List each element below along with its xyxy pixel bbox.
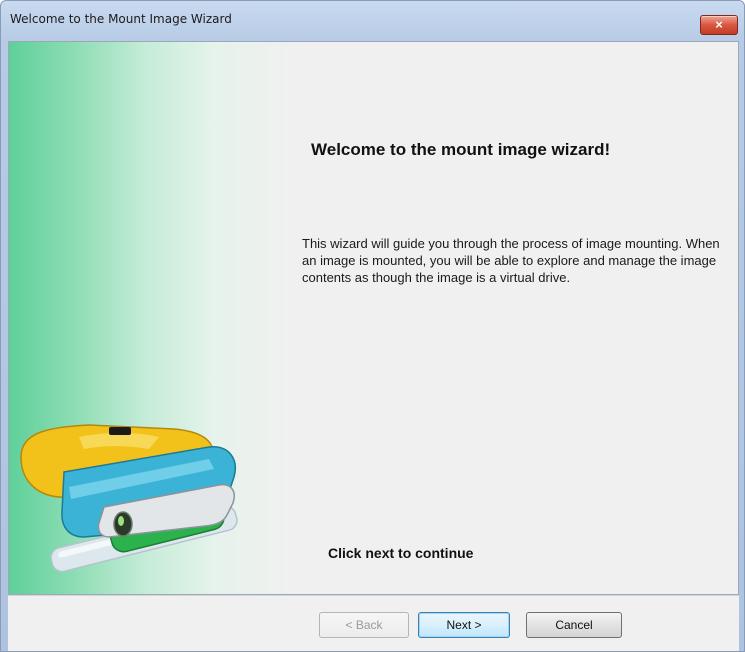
back-button[interactable]: < Back [319,612,409,638]
page-title: Welcome to the mount image wizard! [311,140,611,159]
drive-body [20,424,236,538]
description-text: This wizard will guide you through the p… [302,236,720,285]
continue-instruction: Click next to continue [328,545,474,561]
usb-drive-icon [20,424,238,573]
title-bar[interactable]: Welcome to the Mount Image Wizard × [1,1,744,39]
wizard-window: Welcome to the Mount Image Wizard × Welc… [0,0,745,652]
cancel-button[interactable]: Cancel [526,612,622,638]
window-title: Welcome to the Mount Image Wizard [10,12,232,26]
next-button[interactable]: Next > [418,612,510,638]
button-bar: < Back Next > Cancel [8,595,739,651]
close-button[interactable]: × [700,15,738,35]
wizard-content: Welcome to the mount image wizard! This … [8,41,739,595]
close-icon: × [715,17,723,32]
